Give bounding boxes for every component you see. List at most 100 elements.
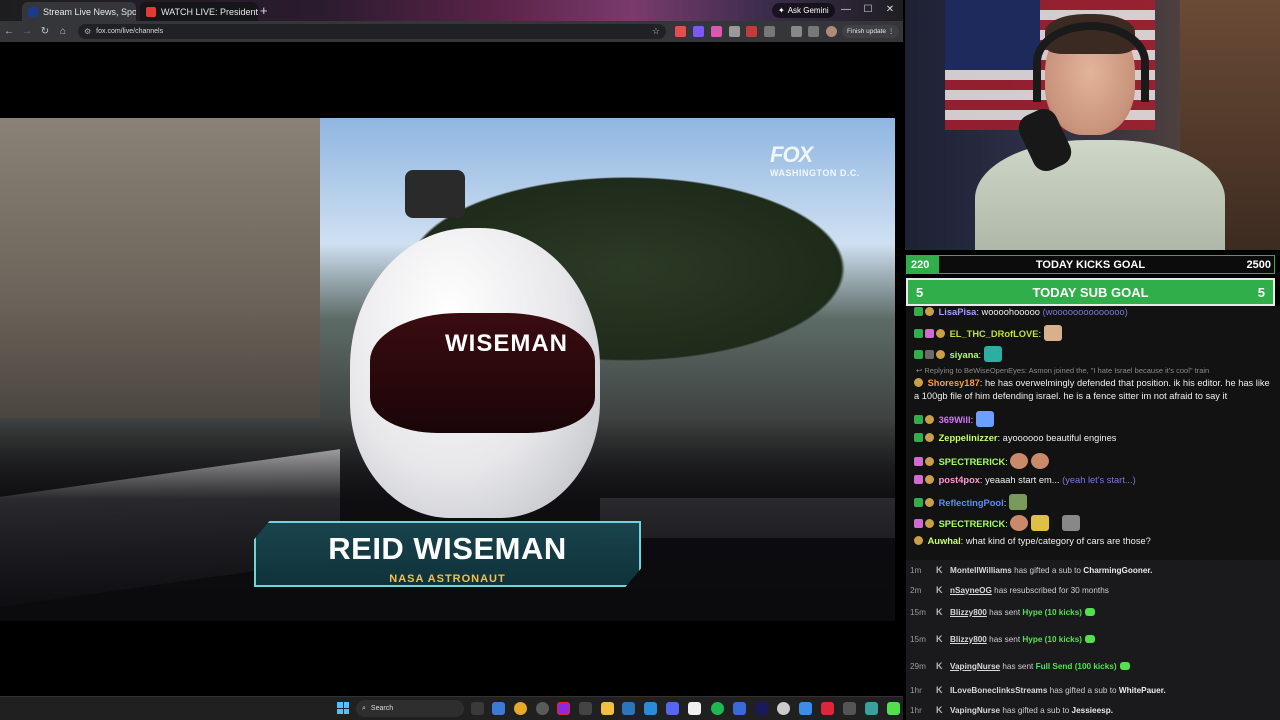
chat-reply-context: ↩ Replying to BeWiseOpenEyes: Asmon join… [916, 366, 1210, 375]
chat-username[interactable]: Shoresy187 [928, 378, 980, 388]
chat-username[interactable]: SPECTRERICK [939, 519, 1006, 529]
app-icon[interactable] [821, 702, 834, 715]
tab-strip: Stream Live News, Sports, T ✕ WATCH LIVE… [0, 0, 903, 21]
sub-badge-icon [925, 307, 934, 316]
chat-message: Zeppelinizzer: ayoooooo beautiful engine… [914, 432, 1276, 445]
sub-badge-icon [914, 378, 923, 387]
premiere-icon[interactable] [755, 702, 768, 715]
helmet-name-text: WISEMAN [445, 330, 568, 357]
moderator-badge-icon [914, 415, 923, 424]
vip-badge-icon [914, 475, 923, 484]
feed-time: 15m [910, 607, 926, 617]
feed-kick-amount: Hype (10 kicks) [1022, 607, 1083, 617]
spotify-icon[interactable] [711, 702, 724, 715]
extension-icon[interactable] [711, 26, 722, 37]
chat-username[interactable]: ReflectingPool [939, 498, 1004, 508]
taskbar: ⌕ Search [0, 696, 903, 720]
lower-third-role: NASA ASTRONAUT [389, 573, 506, 585]
obs-icon[interactable] [557, 702, 570, 715]
bookmark-star-icon[interactable]: ☆ [652, 26, 660, 37]
taskbar-search[interactable]: ⌕ Search [356, 700, 464, 717]
chat-message: SPECTRERICK: [914, 515, 1276, 531]
chat-username[interactable]: Auwhal [928, 536, 961, 546]
kick-icon [1085, 608, 1096, 616]
back-icon[interactable]: ← [0, 26, 18, 37]
extension-icon[interactable] [675, 26, 686, 37]
chat-text: woooohooooo [981, 307, 1040, 317]
windows-start-icon[interactable] [337, 702, 349, 714]
lower-third-name: REID WISEMAN [328, 531, 567, 566]
chat-message: Auwhal: what kind of type/category of ca… [914, 535, 1276, 548]
chat-username[interactable]: Zeppelinizzer [939, 433, 998, 443]
tab-watch-live[interactable]: WATCH LIVE: President Trump ✕ [140, 2, 258, 21]
feed-text: has sent [989, 634, 1021, 644]
download-icon[interactable] [791, 26, 802, 37]
face-emote-icon [1031, 453, 1049, 469]
feed-user[interactable]: Blizzy800 [950, 608, 987, 617]
sub-goal-current: 5 [916, 284, 924, 300]
app-icon[interactable] [865, 702, 878, 715]
vip-badge-icon [914, 519, 923, 528]
site-info-icon[interactable]: ⚙ [84, 27, 91, 36]
feed-target[interactable]: Jessieesp. [1072, 706, 1113, 715]
chat-username[interactable]: SPECTRERICK [939, 457, 1006, 467]
settings-icon[interactable] [536, 702, 549, 715]
kick-app-icon[interactable] [887, 702, 900, 715]
chat-username[interactable]: 369Will [939, 415, 971, 425]
feed-target[interactable]: CharmingGooner. [1083, 566, 1152, 575]
ask-gemini-button[interactable]: ✦ Ask Gemini [772, 3, 835, 18]
sub-badge-icon [925, 475, 934, 484]
task-view-icon[interactable] [471, 702, 484, 715]
extensions-puzzle-icon[interactable] [764, 26, 775, 37]
extension-icon[interactable] [693, 26, 704, 37]
steam-icon[interactable] [622, 702, 635, 715]
split-view-icon[interactable] [808, 26, 819, 37]
app-icon[interactable] [688, 702, 701, 715]
feed-text: has resubscribed for 30 months [994, 585, 1109, 595]
chat-username[interactable]: siyana [950, 350, 979, 360]
reload-icon[interactable]: ↻ [36, 26, 54, 37]
extension-icon[interactable] [746, 26, 757, 37]
app-icon[interactable] [843, 702, 856, 715]
extension-icon[interactable] [729, 26, 740, 37]
car-emote-icon [1061, 515, 1080, 531]
chat-username[interactable]: LisaPisa [939, 307, 977, 317]
feed-user[interactable]: MontellWilliams [950, 566, 1012, 575]
close-window-icon[interactable]: ✕ [879, 2, 901, 18]
app-icon[interactable] [733, 702, 746, 715]
profile-avatar-icon[interactable] [826, 26, 837, 37]
sub-goal-bar: 5 TODAY SUB GOAL 5 [906, 278, 1275, 306]
chrome-icon[interactable] [514, 702, 527, 715]
chat-username[interactable]: EL_THC_DRofLOVE [950, 329, 1039, 339]
discord-icon[interactable] [666, 702, 679, 715]
tab-fox-live[interactable]: Stream Live News, Sports, T ✕ [22, 2, 136, 21]
video-player[interactable]: WISEMAN FOX WASHINGTON D.C. REID WISEMAN… [0, 118, 895, 621]
app-icon[interactable] [579, 702, 592, 715]
feed-user[interactable]: VapingNurse [950, 706, 1000, 715]
feed-row: 1hr K ILoveBoneclinksStreams has gifted … [906, 680, 1280, 700]
address-bar[interactable]: ⚙ fox.com/live/channels ☆ [78, 24, 666, 39]
forward-icon[interactable]: → [18, 26, 36, 37]
feed-user[interactable]: ILoveBoneclinksStreams [950, 686, 1047, 695]
home-icon[interactable]: ⌂ [54, 26, 72, 37]
feed-user[interactable]: VapingNurse [950, 662, 1000, 671]
app-icon[interactable] [799, 702, 812, 715]
feed-user[interactable]: Blizzy800 [950, 635, 987, 644]
app-icon[interactable] [644, 702, 657, 715]
feed-user[interactable]: nSayneOG [950, 586, 992, 595]
app-icon[interactable] [777, 702, 790, 715]
file-explorer-icon[interactable] [601, 702, 614, 715]
chat-panel: LisaPisa: woooohooooo (woooooooooooooo) … [906, 306, 1280, 560]
edge-icon[interactable] [492, 702, 505, 715]
finish-update-button[interactable]: Finish update ⋮ [842, 25, 900, 38]
chat-text: ayoooooo beautiful engines [1002, 433, 1117, 443]
moderator-badge-icon [914, 433, 923, 442]
chat-reply-text: Replying to BeWiseOpenEyes: Asmon joined… [924, 366, 1210, 375]
feed-target[interactable]: WhitePauer. [1119, 686, 1166, 695]
feed-time: 15m [910, 634, 926, 644]
new-tab-icon[interactable]: + [260, 3, 268, 18]
minimize-icon[interactable]: — [835, 2, 857, 18]
chat-username[interactable]: post4pox [939, 475, 980, 485]
moderator-badge-icon [914, 329, 923, 338]
maximize-icon[interactable]: ☐ [857, 2, 879, 18]
